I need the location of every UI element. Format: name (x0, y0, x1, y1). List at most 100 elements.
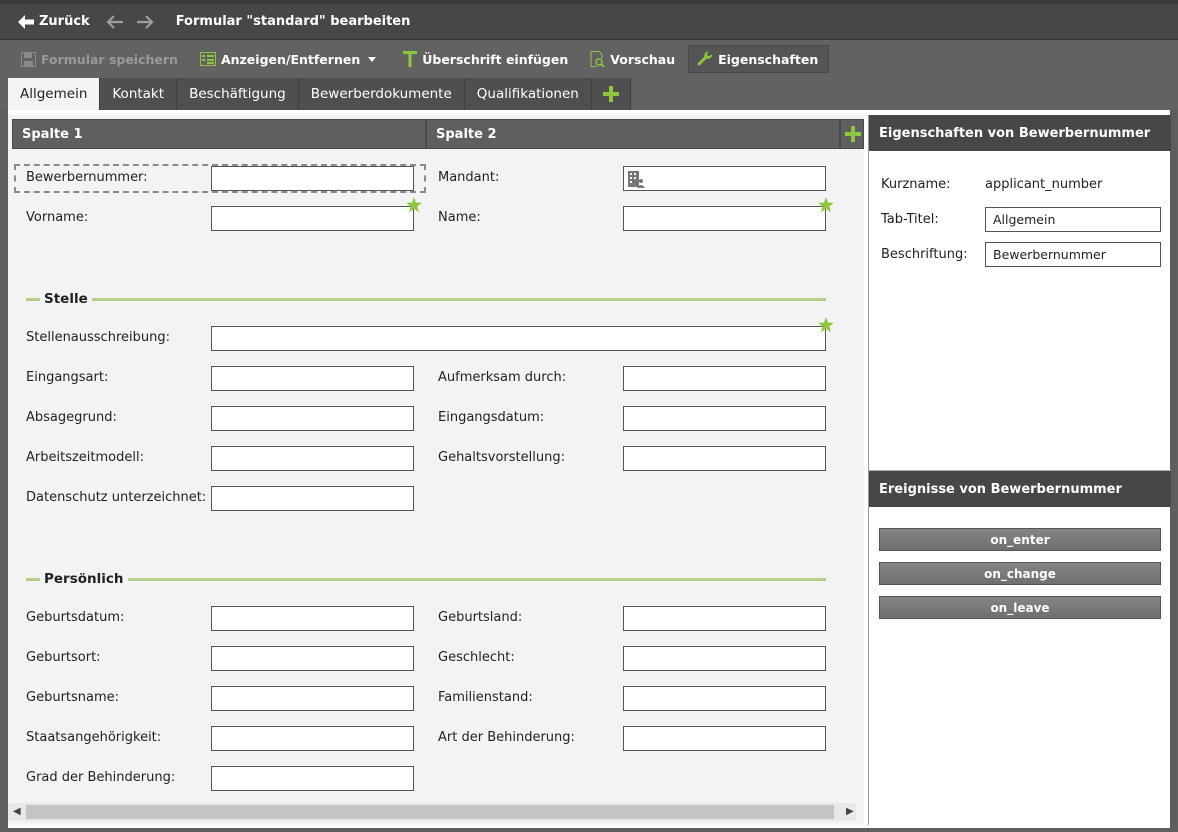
label-behinderung-art: Art der Behinderung: (438, 730, 575, 745)
toolbar: Formular speichern Anzeigen/Entfernen Üb… (0, 40, 1178, 78)
label-familienstand: Familienstand: (438, 690, 533, 705)
input-geburtsdatum[interactable] (211, 606, 414, 631)
scroll-left-icon[interactable]: ◀ (13, 806, 21, 817)
tab-beschaeftigung[interactable]: Beschäftigung (177, 78, 299, 110)
label-eingangsart: Eingangsart: (26, 370, 109, 385)
input-arbeitszeitmodell[interactable] (211, 446, 414, 471)
properties-button[interactable]: Eigenschaften (688, 45, 830, 73)
input-staatsangehoerigkeit[interactable] (211, 726, 414, 751)
input-behinderung-grad[interactable] (211, 766, 414, 791)
tab-bewerberdokumente[interactable]: Bewerberdokumente (298, 78, 465, 110)
input-mandant[interactable] (623, 166, 826, 191)
tab-titel-input[interactable] (985, 207, 1161, 232)
input-datenschutz[interactable] (211, 486, 414, 511)
column-header-1: Spalte 1 (12, 119, 426, 149)
add-column-button[interactable] (840, 119, 864, 149)
label-datenschutz: Datenschutz unterzeichnet: (26, 490, 207, 505)
wrench-icon (697, 51, 713, 66)
section-heading-stelle[interactable]: Stelle (26, 291, 826, 307)
building-icon (628, 171, 645, 188)
arrow-left-icon (18, 14, 34, 29)
form-layout-icon (199, 52, 216, 66)
back-label: Zurück (39, 14, 90, 29)
label-behinderung-grad: Grad der Behinderung: (26, 770, 176, 785)
section-heading-persoenlich[interactable]: Persönlich (26, 571, 826, 587)
properties-panel-title: Eigenschaften von Bewerbernummer (869, 115, 1171, 151)
input-gehaltsvorstellung[interactable] (623, 446, 826, 471)
required-star-icon (406, 197, 422, 213)
label-arbeitszeitmodell: Arbeitszeitmodell: (26, 450, 144, 465)
show-hide-label: Anzeigen/Entfernen (220, 51, 361, 67)
page-title: Formular "standard" bearbeiten (175, 14, 411, 29)
label-vorname: Vorname: (26, 210, 89, 225)
tab-allgemein[interactable]: Allgemein (8, 78, 101, 110)
input-geburtsname[interactable] (211, 686, 414, 711)
label-geschlecht: Geschlecht: (438, 650, 515, 665)
input-stellenausschreibung[interactable] (211, 326, 826, 351)
preview-button[interactable]: Vorschau (581, 45, 686, 73)
required-star-icon (818, 197, 834, 213)
form-tabs: Allgemein Kontakt Beschäftigung Bewerber… (0, 78, 1178, 110)
save-form-button[interactable]: Formular speichern (12, 45, 189, 73)
input-bewerbernummer[interactable] (211, 166, 414, 191)
beschriftung-label: Beschriftung: (881, 247, 968, 262)
input-eingangsart[interactable] (211, 366, 414, 391)
event-on-leave-button[interactable]: on_leave (879, 596, 1161, 619)
event-on-enter-button[interactable]: on_enter (879, 528, 1161, 551)
section-title: Persönlich (44, 571, 124, 587)
history-forward-icon[interactable] (136, 14, 154, 29)
input-name[interactable] (623, 206, 826, 231)
label-geburtsort: Geburtsort: (26, 650, 101, 665)
scroll-right-icon[interactable]: ▶ (846, 806, 854, 817)
label-geburtsname: Geburtsname: (26, 690, 120, 705)
input-familienstand[interactable] (623, 686, 826, 711)
label-eingangsdatum: Eingangsdatum: (438, 410, 545, 425)
plus-icon (845, 126, 861, 142)
label-stellenausschreibung: Stellenausschreibung: (26, 330, 170, 345)
event-on-change-button[interactable]: on_change (879, 562, 1161, 585)
tab-qualifikationen[interactable]: Qualifikationen (464, 78, 592, 110)
plus-icon (602, 86, 619, 102)
label-absagegrund: Absagegrund: (26, 410, 117, 425)
save-form-label: Formular speichern (41, 51, 178, 67)
label-gehaltsvorstellung: Gehaltsvorstellung: (438, 450, 565, 465)
input-aufmerksam[interactable] (623, 366, 826, 391)
input-vorname[interactable] (211, 206, 414, 231)
text-t-icon (403, 51, 418, 67)
beschriftung-input[interactable] (985, 242, 1161, 267)
history-back-icon[interactable] (106, 14, 124, 29)
properties-label: Eigenschaften (718, 51, 819, 67)
label-bewerbernummer: Bewerbernummer: (26, 170, 148, 185)
required-star-icon (818, 317, 834, 333)
back-button[interactable]: Zurück (18, 14, 90, 29)
events-panel-title: Ereignisse von Bewerbernummer (869, 471, 1171, 507)
input-geschlecht[interactable] (623, 646, 826, 671)
kurzname-value: applicant_number (985, 177, 1103, 192)
label-mandant: Mandant: (438, 170, 500, 185)
preview-magnifier-icon (590, 51, 605, 67)
caret-down-icon (368, 56, 377, 62)
label-geburtsland: Geburtsland: (438, 610, 523, 625)
input-geburtsland[interactable] (623, 606, 826, 631)
insert-heading-label: Überschrift einfügen (422, 51, 569, 67)
show-hide-button[interactable]: Anzeigen/Entfernen (191, 45, 392, 73)
insert-heading-button[interactable]: Überschrift einfügen (394, 45, 579, 73)
scrollbar-thumb[interactable] (26, 805, 834, 819)
label-staatsangehoerigkeit: Staatsangehörigkeit: (26, 730, 162, 745)
input-eingangsdatum[interactable] (623, 406, 826, 431)
preview-label: Vorschau (610, 51, 676, 67)
section-title: Stelle (44, 291, 88, 307)
input-absagegrund[interactable] (211, 406, 414, 431)
horizontal-scrollbar[interactable]: ◀ ▶ (8, 803, 856, 821)
input-geburtsort[interactable] (211, 646, 414, 671)
kurzname-label: Kurzname: (881, 177, 951, 192)
title-bar: Zurück Formular "standard" bearbeiten (0, 0, 1178, 40)
input-behinderung-art[interactable] (623, 726, 826, 751)
label-aufmerksam: Aufmerksam durch: (438, 370, 567, 385)
properties-panel: Eigenschaften von Bewerbernummer Kurznam… (868, 115, 1171, 825)
add-tab-button[interactable] (591, 78, 631, 110)
label-geburtsdatum: Geburtsdatum: (26, 610, 125, 625)
tab-kontakt[interactable]: Kontakt (100, 78, 178, 110)
column-header-2: Spalte 2 (426, 119, 840, 149)
form-editor: Spalte 1 Spalte 2 Bewerbernummer: Mandan… (8, 115, 864, 825)
